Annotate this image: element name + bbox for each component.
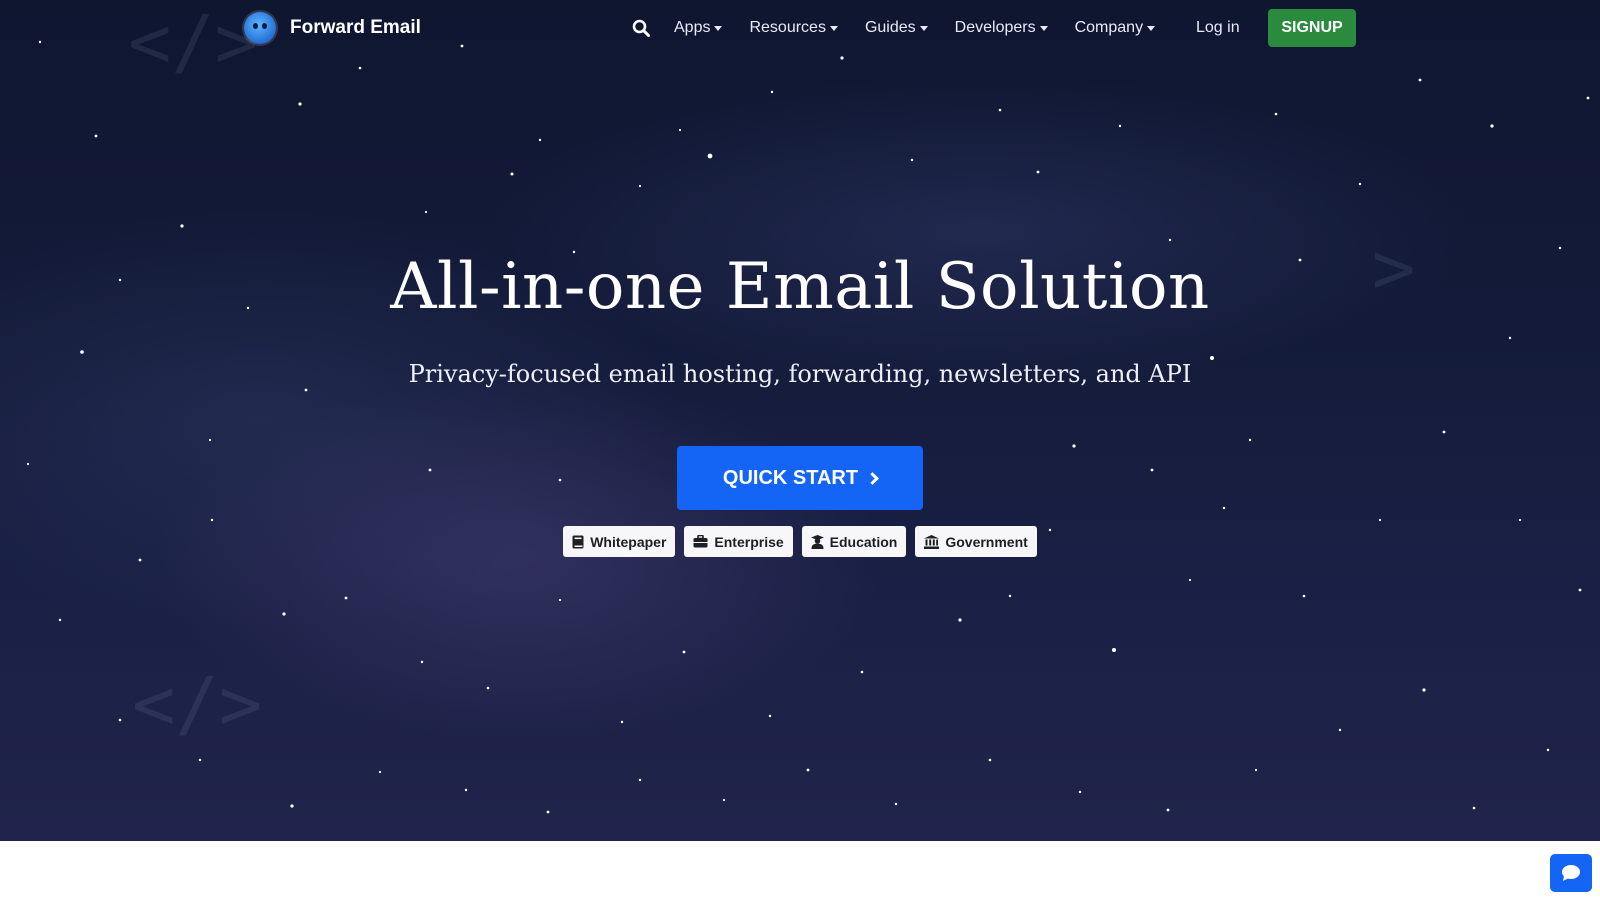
chat-bubble-icon [1562, 865, 1580, 881]
quick-start-label: QUICK START [722, 466, 859, 489]
nav-guides-dropdown[interactable]: Guides [865, 14, 928, 42]
landmark-icon [924, 534, 940, 549]
whitepaper-link[interactable]: Whitepaper [563, 526, 676, 557]
user-graduate-icon [810, 534, 824, 549]
education-link[interactable]: Education [801, 526, 907, 557]
hero-headline: All-in-one Email Solution [390, 250, 1210, 324]
nav-item-label: Developers [954, 19, 1036, 36]
audience-links: Whitepaper Enterprise Education Governme… [0, 526, 1600, 557]
caret-down-icon [829, 25, 838, 31]
caret-down-icon [1039, 25, 1048, 31]
caret-down-icon [714, 25, 723, 31]
brand-name: Forward Email [290, 17, 421, 38]
chevron-right-icon [866, 471, 879, 485]
hero-subheadline: Privacy-focused email hosting, forwardin… [408, 360, 1192, 388]
caret-down-icon [919, 25, 928, 31]
top-navigation: Forward Email Apps Resources Guides Deve… [0, 0, 1600, 56]
search-icon[interactable] [632, 16, 652, 40]
badge-label: Government [945, 533, 1028, 550]
brand-link[interactable]: Forward Email [244, 12, 421, 44]
nav-item-label: Apps [674, 19, 711, 36]
nav-menu: Apps Resources Guides Developers Company [632, 14, 1182, 42]
badge-label: Whitepaper [590, 533, 667, 550]
book-icon [572, 535, 584, 548]
chat-button[interactable] [1550, 854, 1592, 892]
code-brackets-decoration: </> [132, 662, 263, 746]
quick-start-button[interactable]: QUICK START [677, 446, 923, 510]
hero-section: </> </> > [0, 0, 1600, 841]
government-link[interactable]: Government [915, 526, 1037, 557]
signup-button[interactable]: SIGNUP [1268, 9, 1356, 47]
nav-company-dropdown[interactable]: Company [1074, 14, 1156, 42]
nav-item-label: Company [1074, 19, 1144, 36]
briefcase-icon [693, 535, 708, 548]
nav-developers-dropdown[interactable]: Developers [955, 14, 1048, 42]
enterprise-link[interactable]: Enterprise [684, 526, 793, 557]
nav-apps-dropdown[interactable]: Apps [674, 14, 723, 42]
badge-label: Enterprise [714, 533, 784, 550]
login-link[interactable]: Log in [1196, 14, 1240, 42]
badge-label: Education [829, 533, 898, 550]
nav-resources-dropdown[interactable]: Resources [749, 14, 838, 42]
nav-item-label: Resources [749, 19, 826, 36]
nav-item-label: Guides [864, 19, 916, 36]
caret-down-icon [1147, 25, 1156, 31]
forward-email-logo-icon [244, 12, 276, 44]
